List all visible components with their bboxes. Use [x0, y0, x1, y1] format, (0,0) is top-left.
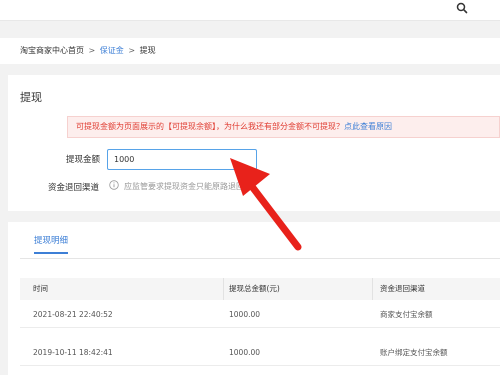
amount-input[interactable] [107, 149, 257, 170]
table-row: 2021-08-21 22:40:52 1000.00 商家支付宝余额 [20, 302, 500, 328]
cell-time: 2019-10-11 18:42:41 [33, 348, 113, 357]
amount-label: 提现金额 [66, 155, 101, 165]
info-icon [109, 180, 119, 190]
notice-reason-link[interactable]: 点此查看原因 [344, 122, 392, 131]
cell-time: 2021-08-21 22:40:52 [33, 310, 113, 319]
divider [20, 258, 500, 259]
breadcrumb-separator: > [128, 46, 136, 55]
column-divider [223, 278, 224, 300]
tab-label: 提现明细 [34, 236, 69, 246]
cell-channel: 账户绑定支付宝余额 [380, 348, 448, 357]
column-header-time: 时间 [33, 284, 48, 293]
tab-withdraw-details[interactable]: 提现明细 [34, 234, 69, 254]
table-header: 时间 提现总金额(元) 资金退回渠道 [20, 278, 500, 300]
notice-text: 可提现金额为页面展示的【可提现余额】，为什么我还有部分金额不可提现？ [76, 122, 344, 131]
breadcrumb-home[interactable]: 淘宝商家中心首页 [20, 46, 84, 55]
withdraw-notice: 可提现金额为页面展示的【可提现余额】，为什么我还有部分金额不可提现？点此查看原因 [67, 116, 500, 138]
cell-amount: 1000.00 [229, 310, 261, 319]
channel-description: 应监管要求提现资金只能原路退回 [124, 182, 244, 191]
withdraw-panel: 提现 可提现金额为页面展示的【可提现余额】，为什么我还有部分金额不可提现？点此查… [8, 75, 500, 211]
withdraw-details-panel: 提现明细 时间 提现总金额(元) 资金退回渠道 2021-08-21 22:40… [8, 222, 500, 375]
column-header-amount: 提现总金额(元) [229, 284, 280, 293]
column-header-channel: 资金退回渠道 [380, 284, 425, 293]
breadcrumb: 淘宝商家中心首页 > 保证金 > 提现 [0, 38, 500, 64]
breadcrumb-separator: > [88, 46, 96, 55]
top-bar [0, 0, 500, 21]
tab-active-indicator [34, 252, 69, 254]
search-icon[interactable] [456, 2, 468, 14]
channel-label: 资金退回渠道 [48, 183, 100, 193]
column-divider [372, 278, 373, 300]
page-title: 提现 [20, 91, 42, 104]
breadcrumb-current: 提现 [139, 46, 156, 55]
table-row: 2019-10-11 18:42:41 1000.00 账户绑定支付宝余额 [20, 340, 500, 366]
cell-amount: 1000.00 [229, 348, 261, 357]
breadcrumb-deposit-link[interactable]: 保证金 [100, 46, 124, 55]
cell-channel: 商家支付宝余额 [380, 310, 433, 319]
